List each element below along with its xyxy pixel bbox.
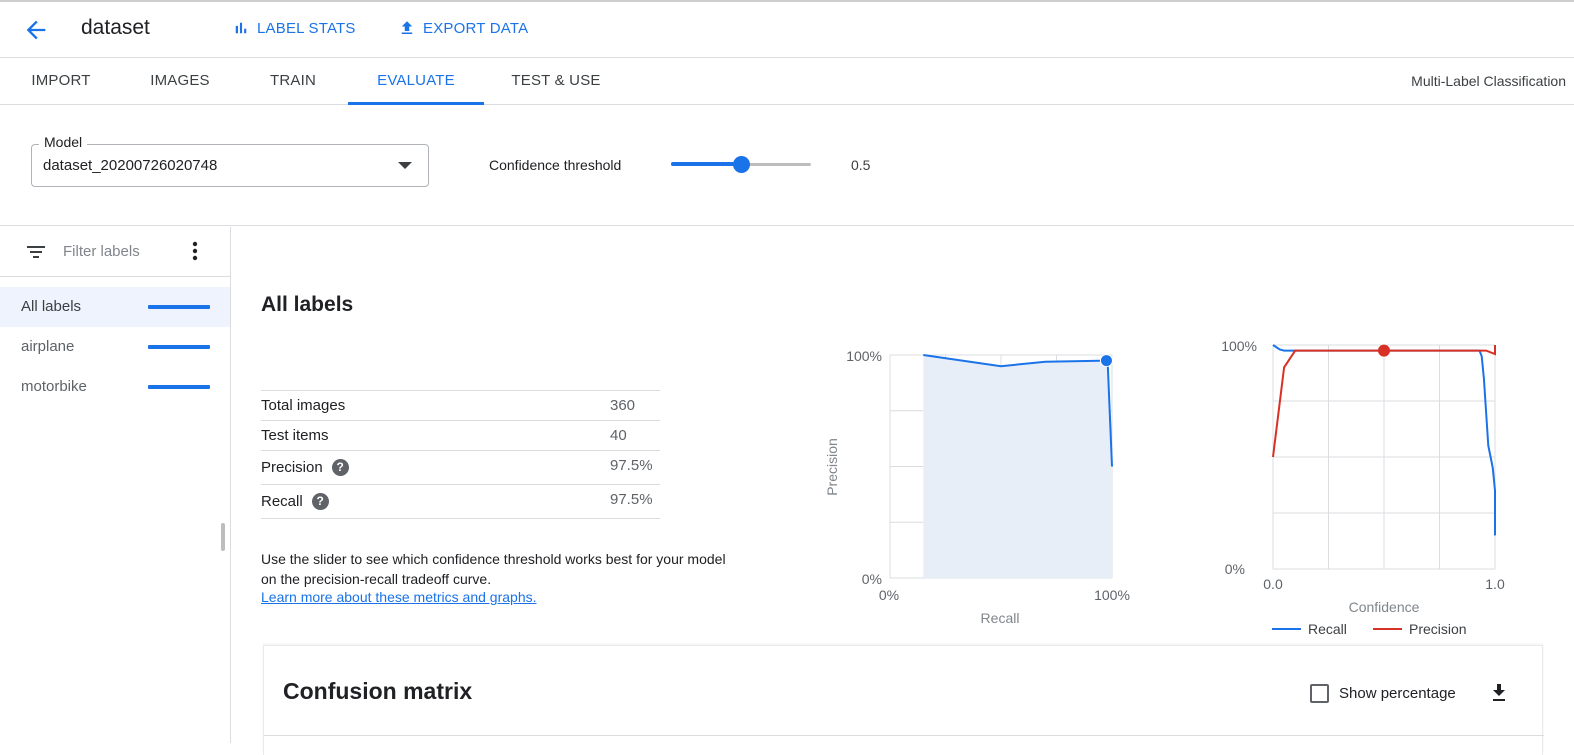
confusion-matrix-card: Confusion matrix Show percentage [263, 645, 1544, 755]
show-percentage-label: Show percentage [1339, 685, 1456, 702]
dropdown-arrow-icon [398, 162, 412, 169]
model-select-label: Model [39, 134, 88, 150]
sidebar-resize-handle[interactable] [221, 523, 225, 551]
confidence-threshold-value: 0.5 [851, 157, 871, 173]
label-item-all-labels[interactable]: All labels [0, 287, 230, 327]
label-item-airplane[interactable]: airplane [0, 327, 230, 367]
tab-evaluate[interactable]: EVALUATE [348, 58, 484, 105]
cc-y-tick-top: 100% [1221, 338, 1257, 354]
label-color-bar [148, 305, 210, 309]
export-data-button[interactable]: EXPORT DATA [398, 19, 528, 37]
metric-label-text: Precision [261, 459, 323, 476]
pr-y-axis-label: Precision [824, 438, 840, 496]
tab-import[interactable]: IMPORT [16, 58, 106, 105]
confidence-threshold-label: Confidence threshold [489, 157, 622, 173]
metric-label: Recall? [261, 493, 329, 510]
download-icon[interactable] [1490, 683, 1508, 703]
slider-fill [671, 162, 741, 166]
tab-images[interactable]: IMAGES [136, 58, 224, 105]
pr-y-tick-bottom: 0% [862, 571, 882, 587]
metric-label: Test items [261, 427, 329, 444]
legend-recall-label: Recall [1308, 621, 1347, 637]
cc-x-tick-left: 0.0 [1263, 576, 1283, 592]
label-item-name: airplane [21, 338, 75, 355]
label-stats-button[interactable]: LABEL STATS [232, 19, 356, 37]
classification-mode-label: Multi-Label Classification [1411, 73, 1566, 89]
filter-labels-row [0, 227, 230, 277]
pr-threshold-point [1099, 354, 1113, 368]
legend-precision-label: Precision [1409, 621, 1467, 637]
pr-x-tick-right: 100% [1094, 587, 1130, 603]
cc-threshold-point [1378, 344, 1390, 357]
card-divider [264, 735, 1544, 736]
bar-chart-icon [235, 22, 247, 34]
metric-label-text: Test items [261, 427, 329, 444]
model-select[interactable]: Model dataset_20200726020748 [31, 134, 429, 187]
tab-train[interactable]: TRAIN [254, 58, 332, 105]
confidence-threshold-slider[interactable] [671, 156, 811, 174]
slider-explanation: Use the slider to see which confidence t… [261, 551, 726, 587]
table-row: Test items 40 [261, 421, 660, 451]
metric-label-text: Total images [261, 397, 346, 414]
metric-value: 97.5% [610, 457, 653, 474]
model-toolbar: Model dataset_20200726020748 Confidence … [0, 106, 1574, 226]
metric-value: 97.5% [610, 491, 653, 508]
metric-value: 360 [610, 397, 636, 414]
label-item-motorbike[interactable]: motorbike [0, 367, 230, 407]
confidence-chart: 100% 0% 0.0 1.0 Confidence Recall Precis… [1221, 338, 1505, 637]
pr-x-tick-left: 0% [879, 587, 899, 603]
metric-label-text: Recall [261, 493, 303, 510]
confusion-matrix-title: Confusion matrix [283, 678, 473, 704]
help-icon[interactable]: ? [331, 459, 349, 476]
label-color-bar [148, 345, 210, 349]
precision-recall-chart: 100% 0% 0% 100% Recall Precision [824, 348, 1130, 626]
label-sidebar: All labels airplane motorbike [0, 227, 231, 743]
tab-test-and-use[interactable]: TEST & USE [500, 58, 612, 105]
label-item-name: motorbike [21, 378, 87, 395]
label-stats-label: LABEL STATS [257, 19, 356, 37]
cc-x-tick-right: 1.0 [1485, 576, 1505, 592]
show-percentage-checkbox[interactable] [1310, 684, 1329, 703]
tab-bar: IMPORT IMAGES TRAIN EVALUATE TEST & USE … [0, 58, 1574, 105]
upload-icon [401, 21, 413, 34]
label-color-bar [148, 385, 210, 389]
filter-icon [27, 246, 45, 258]
metric-value: 40 [610, 427, 627, 444]
help-icon[interactable]: ? [311, 493, 329, 510]
metrics-table: Total images 360 Test items 40 Precision… [261, 390, 660, 519]
dataset-title: dataset [81, 16, 150, 39]
table-row: Recall? 97.5% [261, 485, 660, 519]
table-row: Precision? 97.5% [261, 451, 660, 485]
metric-label: Precision? [261, 459, 349, 476]
cc-y-tick-bottom: 0% [1225, 561, 1245, 577]
pr-y-tick-top: 100% [846, 348, 882, 364]
label-item-name: All labels [21, 298, 82, 315]
slider-thumb[interactable] [733, 156, 750, 173]
model-select-value: dataset_20200726020748 [43, 157, 218, 174]
arrow-back-icon[interactable] [22, 16, 50, 44]
filter-labels-input[interactable] [63, 241, 173, 261]
learn-more-link[interactable]: Learn more about these metrics and graph… [261, 589, 537, 605]
metric-label: Total images [261, 397, 345, 414]
pr-x-axis-label: Recall [981, 610, 1020, 626]
cc-x-axis-label: Confidence [1349, 599, 1420, 615]
export-data-label: EXPORT DATA [423, 19, 529, 37]
more-vert-icon[interactable] [186, 241, 204, 261]
pr-curve-area [923, 355, 1112, 578]
cc-chart-grid [1272, 344, 1496, 570]
section-title: All labels [261, 293, 354, 316]
top-bar: dataset LABEL STATS EXPORT DATA [0, 0, 1574, 58]
table-row: Total images 360 [261, 391, 660, 421]
